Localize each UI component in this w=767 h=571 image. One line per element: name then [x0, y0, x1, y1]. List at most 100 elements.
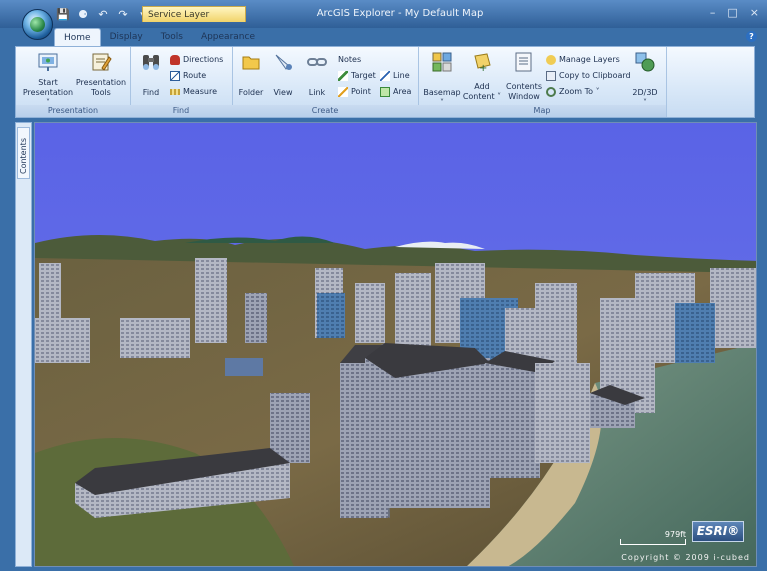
target-label: Target — [351, 71, 376, 80]
presentation-tools-label-2: Tools — [91, 88, 111, 97]
contents-window-button[interactable]: Contents Window — [504, 51, 544, 102]
car-icon — [170, 54, 180, 65]
manage-layers-button[interactable]: Manage Layers — [546, 53, 620, 66]
add-content-button[interactable]: + Add Content ˅ — [462, 51, 502, 102]
undo-icon[interactable]: ↶ — [96, 8, 110, 21]
folder-label: Folder — [238, 88, 264, 97]
toggle-2d-3d-button[interactable]: 2D/3D ˅ — [626, 51, 664, 108]
area-icon — [380, 86, 390, 97]
pencil-icon — [338, 86, 348, 97]
directions-button[interactable]: Directions — [170, 53, 223, 66]
line-label: Line — [393, 71, 410, 80]
start-presentation-button[interactable]: Start Presentation ˅ — [22, 51, 74, 108]
zoom-icon — [546, 86, 556, 97]
map-group: Basemap ˅ + Add Content ˅ Contents Windo… — [418, 47, 667, 117]
tab-home[interactable]: Home — [54, 28, 101, 48]
presentation-tools-button[interactable]: Presentation Tools — [74, 51, 128, 98]
app-window: 💾 ⚈ ↶ ↷ ▾ Service Layer ArcGIS Explorer … — [0, 0, 767, 571]
link-label: Link — [308, 88, 326, 97]
contents-tab-label: Contents — [19, 138, 28, 174]
quick-access-toolbar: 💾 ⚈ ↶ ↷ ▾ — [56, 8, 150, 21]
contents-sidebar: Contents — [15, 122, 32, 567]
ribbon-tabs: Home Display Tools Appearance — [54, 28, 264, 48]
building — [195, 258, 227, 343]
view-pin-icon — [275, 54, 292, 70]
route-icon — [170, 70, 180, 81]
contents-window-label-2: Window — [508, 92, 540, 101]
save-icon[interactable]: 💾 — [56, 8, 70, 21]
line-icon — [380, 70, 390, 81]
3d-city-scene — [35, 123, 756, 566]
building — [355, 283, 385, 343]
tab-appearance[interactable]: Appearance — [192, 28, 264, 46]
globe-icon — [30, 17, 45, 32]
zoom-to-button[interactable]: Zoom To ˅ — [546, 85, 600, 98]
contents-tab[interactable]: Contents — [17, 127, 30, 179]
building — [120, 318, 190, 358]
presentation-screen-icon — [38, 53, 58, 71]
binoculars-icon — [143, 55, 159, 70]
building — [317, 293, 345, 338]
copyright-text: Copyright © 2009 i-cubed — [621, 553, 750, 562]
building — [675, 303, 715, 363]
ruler-icon — [170, 88, 180, 95]
building — [245, 293, 267, 343]
add-content-label: Add — [474, 82, 490, 91]
building — [365, 358, 490, 508]
tab-display[interactable]: Display — [101, 28, 152, 46]
building — [35, 318, 90, 363]
find-group: Find Directions Route Measure Find — [130, 47, 233, 117]
maximize-button[interactable]: □ — [727, 6, 737, 19]
map-group-label: Map — [418, 105, 666, 117]
service-layer-context-tab[interactable]: Service Layer — [142, 6, 246, 22]
target-button[interactable]: Target — [338, 69, 376, 82]
redo-icon[interactable]: ↷ — [116, 8, 130, 21]
scale-bar — [620, 539, 686, 545]
layers-icon — [546, 54, 556, 65]
toggle-2d-3d-label: 2D/3D — [632, 88, 658, 97]
point-button[interactable]: Point — [338, 85, 371, 98]
binoculars-icon[interactable]: ⚈ — [76, 8, 90, 21]
chain-link-icon — [307, 58, 327, 66]
tab-tools[interactable]: Tools — [152, 28, 192, 46]
measure-button[interactable]: Measure — [170, 85, 217, 98]
pushpin-icon — [338, 70, 348, 81]
presentation-tools-label: Presentation — [75, 78, 127, 87]
area-button[interactable]: Area — [380, 85, 411, 98]
help-icon[interactable]: ? — [746, 31, 757, 42]
start-presentation-label: Start — [38, 78, 58, 87]
view-button[interactable]: View — [268, 51, 298, 98]
folder-button[interactable]: Folder — [236, 51, 266, 98]
find-button[interactable]: Find — [136, 51, 166, 98]
zoom-to-label: Zoom To ˅ — [559, 87, 600, 96]
area-label: Area — [393, 87, 412, 96]
copy-to-clipboard-button[interactable]: Copy to Clipboard — [546, 69, 631, 82]
create-group-label: Create — [232, 105, 418, 117]
building — [485, 363, 540, 478]
find-group-label: Find — [130, 105, 232, 117]
minimize-button[interactable]: – — [710, 6, 716, 19]
manage-layers-label: Manage Layers — [559, 55, 620, 64]
clipboard-icon — [546, 70, 556, 81]
building — [395, 273, 431, 348]
application-button[interactable] — [22, 9, 53, 40]
basemap-button[interactable]: Basemap ˅ — [422, 51, 462, 108]
map-view[interactable]: 979ft ESRI® Copyright © 2009 i-cubed — [34, 122, 757, 567]
building — [535, 363, 590, 463]
find-label: Find — [142, 88, 160, 97]
point-label: Point — [351, 87, 371, 96]
add-content-label-2: Content ˅ — [462, 92, 502, 101]
link-button[interactable]: Link — [302, 51, 332, 98]
scale-label: 979ft — [664, 530, 686, 539]
presentation-group-label: Presentation — [16, 105, 130, 117]
building — [225, 358, 263, 376]
basemap-label: Basemap — [423, 88, 461, 97]
close-button[interactable]: × — [750, 6, 759, 19]
presentation-group: Start Presentation ˅ Presentation Tools … — [16, 47, 131, 117]
route-label: Route — [183, 71, 207, 80]
svg-text:+: + — [479, 63, 487, 73]
route-button[interactable]: Route — [170, 69, 206, 82]
basemap-grid-icon — [432, 52, 452, 72]
add-content-icon: + — [474, 53, 491, 74]
line-button[interactable]: Line — [380, 69, 410, 82]
